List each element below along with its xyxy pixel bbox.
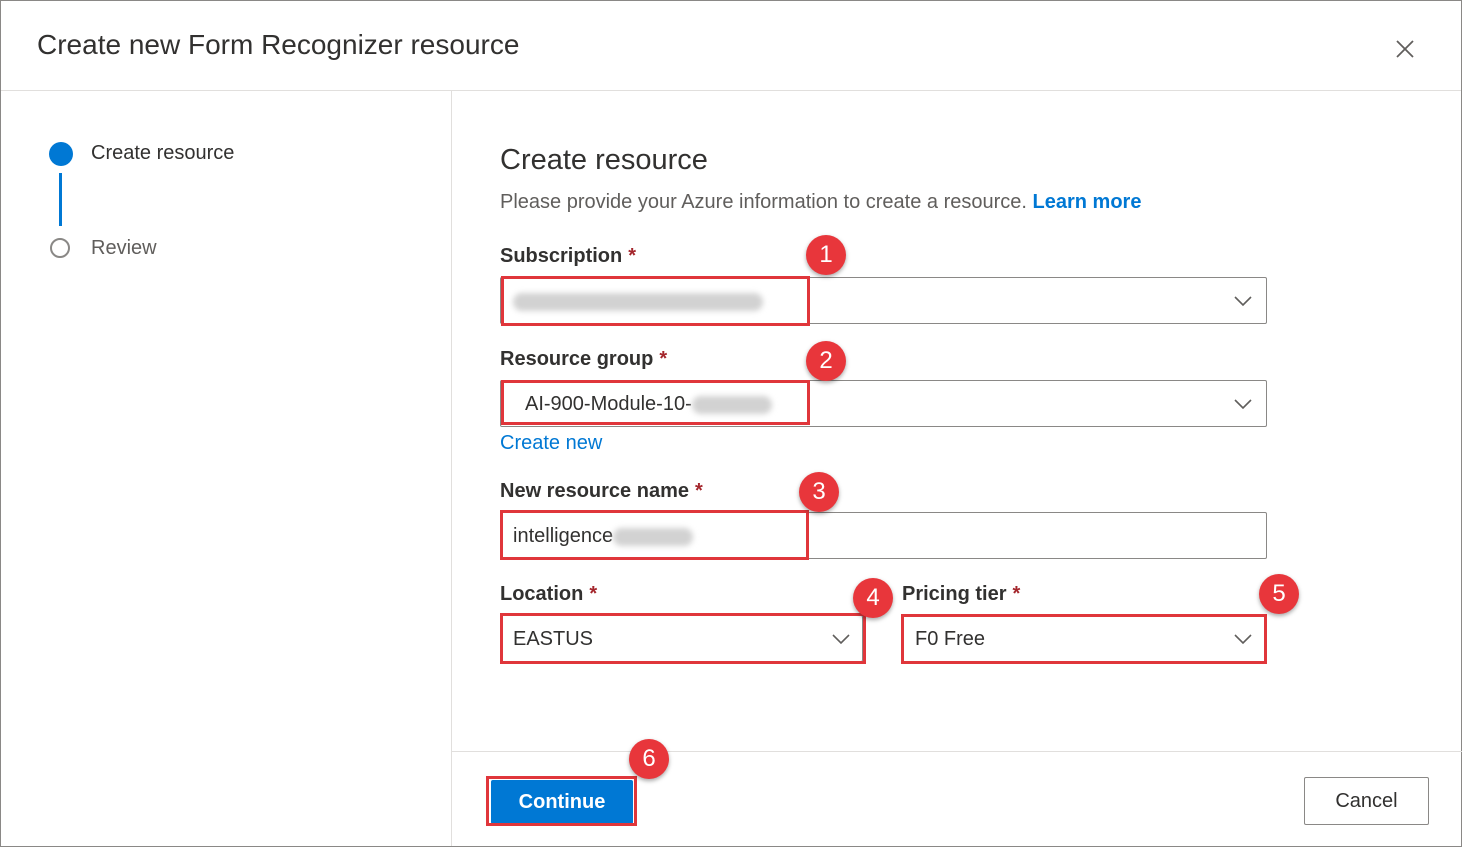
continue-button[interactable]: Continue: [491, 780, 633, 824]
location-dropdown[interactable]: EASTUS: [500, 615, 863, 662]
required-mark: *: [628, 245, 637, 267]
annotation-badge-5: 5: [1259, 574, 1299, 614]
close-icon: [1396, 40, 1414, 58]
form-title: Create resource: [500, 144, 708, 176]
redacted-value: [513, 292, 763, 311]
resource-name-input[interactable]: intelligence: [500, 512, 1267, 559]
required-mark: *: [694, 480, 703, 502]
dialog-header: Create new Form Recognizer resource: [1, 1, 1461, 91]
annotation-badge-2: 2: [806, 341, 846, 381]
wizard-steps: Create resource Review: [1, 91, 452, 846]
resource-group-label-text: Resource group: [500, 348, 654, 370]
pricing-tier-label: Pricing tier *: [902, 583, 1020, 606]
annotation-badge-6: 6: [629, 739, 669, 779]
chevron-down-icon: [1234, 296, 1252, 307]
description-text: Please provide your Azure information to…: [500, 191, 1027, 213]
create-new-link[interactable]: Create new: [500, 432, 602, 455]
location-value: EASTUS: [513, 628, 594, 650]
chevron-down-icon: [1234, 634, 1252, 645]
resource-group-dropdown[interactable]: AI-900-Module-10-: [500, 380, 1267, 427]
pricing-tier-dropdown[interactable]: F0 Free: [902, 615, 1266, 662]
step-review[interactable]: Review: [91, 237, 157, 260]
subscription-dropdown[interactable]: [500, 277, 1267, 324]
step-active-indicator: [49, 142, 73, 166]
resource-name-label: New resource name *: [500, 480, 703, 503]
step-connector: [59, 173, 62, 226]
required-mark: *: [1012, 583, 1021, 605]
resource-group-label: Resource group *: [500, 348, 667, 371]
redacted-value: [691, 395, 772, 414]
chevron-down-icon: [832, 634, 850, 645]
subscription-label: Subscription *: [500, 245, 636, 268]
annotation-badge-4: 4: [853, 578, 893, 618]
learn-more-link[interactable]: Learn more: [1033, 191, 1142, 213]
annotation-badge-3: 3: [799, 472, 839, 512]
resource-group-value: AI-900-Module-10-: [525, 393, 772, 416]
close-button[interactable]: [1389, 33, 1421, 65]
required-mark: *: [659, 348, 668, 370]
pricing-tier-value: F0 Free: [915, 628, 986, 650]
subscription-label-text: Subscription: [500, 245, 623, 267]
step-inactive-indicator: [50, 238, 70, 258]
resource-name-value: intelligence: [513, 525, 694, 548]
cancel-button[interactable]: Cancel: [1304, 777, 1429, 825]
resource-name-value-text: intelligence: [513, 525, 614, 547]
chevron-down-icon: [1234, 399, 1252, 410]
step-create-resource[interactable]: Create resource: [91, 142, 234, 165]
create-resource-dialog: Create new Form Recognizer resource Crea…: [0, 0, 1462, 847]
location-label-text: Location: [500, 583, 584, 605]
location-label: Location *: [500, 583, 597, 606]
redacted-value: [613, 527, 694, 546]
required-mark: *: [589, 583, 598, 605]
pricing-tier-label-text: Pricing tier: [902, 583, 1007, 605]
resource-name-label-text: New resource name: [500, 480, 689, 502]
dialog-title: Create new Form Recognizer resource: [37, 29, 520, 60]
resource-group-value-text: AI-900-Module-10-: [525, 393, 692, 415]
subscription-value: [513, 290, 763, 313]
form-description: Please provide your Azure information to…: [500, 191, 1141, 214]
annotation-badge-1: 1: [806, 235, 846, 275]
